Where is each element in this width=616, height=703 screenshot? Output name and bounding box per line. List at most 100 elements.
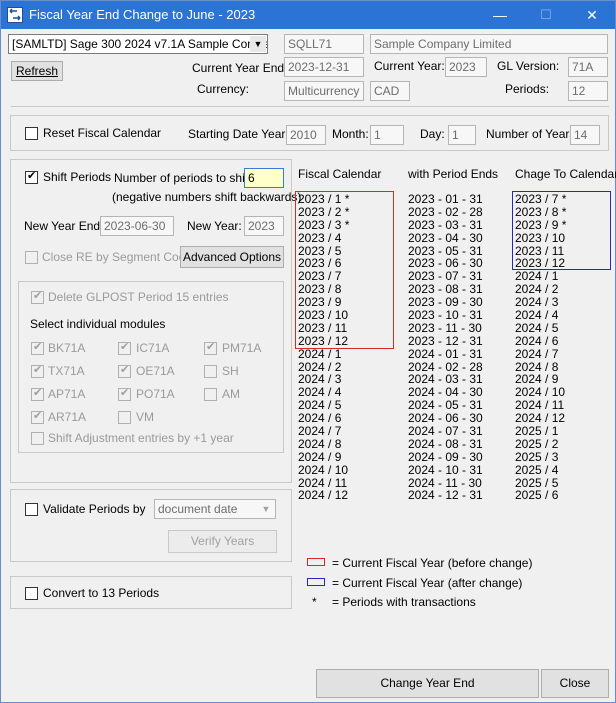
current-fy-after-box: [512, 191, 611, 270]
new-year-end-field[interactable]: 2023-06-30: [100, 216, 174, 236]
col2-header: with Period Ends: [408, 167, 499, 181]
convert-13-label: Convert to 13 Periods: [43, 586, 160, 600]
module-vm-checkbox[interactable]: [118, 411, 131, 424]
module-bk-checkbox[interactable]: ✔: [31, 341, 44, 355]
month-field[interactable]: 1: [370, 125, 404, 145]
validate-periods-checkbox[interactable]: [25, 503, 38, 516]
checkmark-icon: ✔: [120, 364, 130, 376]
fiscal-period-item: 2024 / 9: [298, 449, 342, 464]
currency-code-field[interactable]: CAD: [370, 81, 410, 101]
module-am-checkbox[interactable]: [204, 388, 217, 401]
convert-13-checkbox[interactable]: [25, 587, 38, 600]
new-period-item: 2025 / 4: [515, 462, 559, 477]
period-end-item: 2023 - 12 - 31: [408, 333, 483, 348]
module-tx-checkbox[interactable]: ✔: [31, 364, 44, 378]
title-bar: Fiscal Year End Change to June - 2023 — …: [1, 1, 615, 29]
new-year-field[interactable]: 2023: [244, 216, 284, 236]
checkmark-icon: ✔: [27, 170, 37, 182]
verify-years-button[interactable]: Verify Years: [168, 530, 277, 553]
maximize-icon[interactable]: ☐: [523, 1, 569, 29]
checkmark-icon: ✔: [120, 387, 130, 399]
legend-star-label: = Periods with transactions: [332, 595, 476, 609]
month-label: Month:: [332, 127, 369, 141]
new-period-item: 2024 / 6: [515, 333, 559, 348]
select-modules-label: Select individual modules: [30, 317, 166, 331]
chevron-down-icon[interactable]: ▼: [259, 502, 273, 516]
checkmark-icon: ✔: [33, 290, 43, 302]
day-label: Day:: [420, 127, 445, 141]
validate-by-value: document date: [158, 502, 238, 516]
current-year-end-label: Current Year End:: [192, 61, 288, 75]
period-end-item: 2024 - 07 - 31: [408, 424, 483, 439]
period-end-item: 2024 - 09 - 30: [408, 449, 483, 464]
checkmark-icon: ✔: [33, 341, 43, 353]
period-ends-list: 2023 - 01 - 31 2023 - 02 - 28 2023 - 03 - …: [408, 193, 483, 502]
day-field[interactable]: 1: [448, 125, 476, 145]
period-end-item: 2023 - 04 - 30: [408, 230, 483, 245]
module-sh-checkbox[interactable]: [204, 365, 217, 378]
period-end-item: 2023 - 01 - 31: [408, 192, 483, 206]
currency-mode-field[interactable]: Multicurrency: [284, 81, 364, 101]
company-select[interactable]: [SAMLTD] Sage 300 2024 v7.1A Sample Comp…: [8, 34, 268, 54]
module-ic-label: IC71A: [136, 341, 170, 355]
col1-header: Fiscal Calendar: [298, 167, 382, 181]
period-end-item: 2024 - 12 - 31: [408, 488, 483, 503]
module-ap-checkbox[interactable]: ✔: [31, 387, 44, 401]
new-year-label: New Year:: [187, 219, 242, 233]
company-name-field[interactable]: Sample Company Limited: [370, 34, 608, 54]
num-years-label: Number of Years:: [486, 127, 579, 141]
checkmark-icon: ✔: [120, 341, 130, 353]
col3-header: Chage To Calendar: [515, 167, 616, 181]
validate-by-select[interactable]: document date: [154, 499, 276, 519]
close-window-icon[interactable]: ✕: [569, 1, 615, 29]
blue-swatch-icon: [307, 578, 325, 586]
new-period-item: 2025 / 6: [515, 488, 559, 503]
num-periods-label: Number of periods to shift:: [114, 171, 255, 185]
gl-version-field[interactable]: 71A: [568, 57, 608, 77]
close-re-checkbox[interactable]: [25, 251, 38, 264]
current-year-field[interactable]: 2023: [445, 57, 487, 77]
module-am-label: AM: [222, 387, 240, 401]
refresh-button[interactable]: Refresh: [11, 61, 63, 81]
module-ap-label: AP71A: [48, 387, 86, 401]
advanced-options-button[interactable]: Advanced Options: [180, 246, 284, 268]
shift-adjust-checkbox[interactable]: [31, 432, 44, 445]
validate-periods-label: Validate Periods by: [43, 502, 146, 516]
db-id-field[interactable]: SQLL71: [284, 34, 364, 54]
period-end-item: 2023 - 10 - 31: [408, 308, 483, 323]
legend-red-label: = Current Fiscal Year (before change): [332, 556, 533, 570]
shift-adjust-label: Shift Adjustment entries by +1 year: [48, 431, 234, 445]
current-fy-before-box: [295, 191, 394, 349]
close-button[interactable]: Close: [541, 669, 609, 698]
module-po-checkbox[interactable]: ✔: [118, 387, 131, 401]
module-pm-checkbox[interactable]: ✔: [204, 341, 217, 355]
new-period-item: 2024 / 7: [515, 346, 559, 361]
legend-star-symbol: *: [312, 595, 317, 609]
change-year-end-button[interactable]: Change Year End: [316, 669, 539, 698]
module-oe-checkbox[interactable]: ✔: [118, 364, 131, 378]
chevron-down-icon[interactable]: ▼: [250, 36, 266, 52]
module-ar-checkbox[interactable]: ✔: [31, 410, 44, 424]
close-re-label: Close RE by Segment Code: [42, 250, 193, 264]
reset-calendar-checkbox[interactable]: [25, 127, 38, 140]
periods-field[interactable]: 12: [568, 81, 608, 101]
new-period-item: 2024 / 5: [515, 320, 559, 335]
legend-blue-label: = Current Fiscal Year (after change): [332, 576, 523, 590]
module-ic-checkbox[interactable]: ✔: [118, 341, 131, 355]
gl-version-label: GL Version:: [497, 59, 560, 73]
minimize-icon[interactable]: —: [477, 1, 523, 29]
num-years-field[interactable]: 14: [570, 125, 600, 145]
shift-periods-checkbox[interactable]: ✔: [25, 170, 38, 184]
delete-glpost-checkbox[interactable]: ✔: [31, 290, 44, 304]
reset-calendar-label: Reset Fiscal Calendar: [43, 126, 162, 140]
starting-year-field[interactable]: 2010: [286, 125, 326, 145]
checkmark-icon: ✔: [33, 410, 43, 422]
new-period-item: 2025 / 2: [515, 436, 559, 451]
period-end-item: 2024 - 08 - 31: [408, 436, 483, 451]
num-periods-field[interactable]: 6: [244, 168, 284, 188]
fiscal-period-item: 2024 / 1: [298, 346, 342, 361]
header-separator: [11, 106, 609, 107]
new-year-end-label: New Year End:: [24, 219, 104, 233]
fiscal-period-item: 2024 / 8: [298, 436, 342, 451]
current-year-end-field[interactable]: 2023-12-31: [284, 57, 364, 77]
